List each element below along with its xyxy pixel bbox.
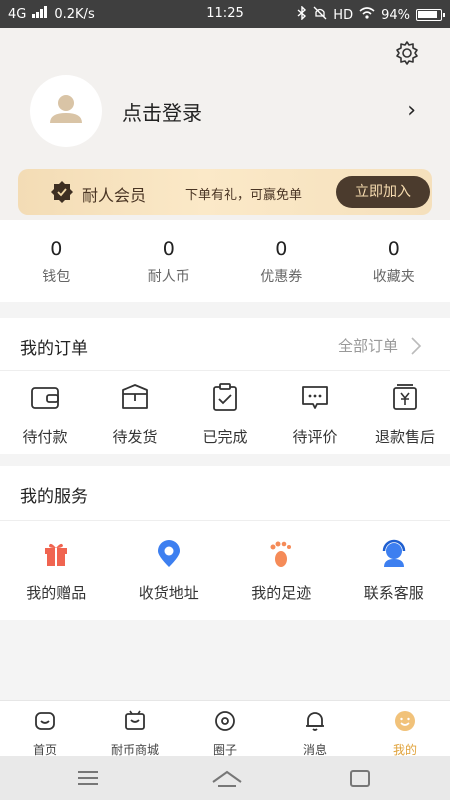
- profile-icon: [395, 711, 415, 731]
- tab-mall[interactable]: 耐币商城: [90, 701, 180, 757]
- order-label: 已完成: [202, 428, 248, 446]
- battery-level: 94%: [381, 7, 410, 23]
- service-label: 我的赠品: [26, 584, 87, 602]
- stat-wallet[interactable]: 0 钱包: [0, 220, 113, 302]
- gift-icon: [45, 543, 68, 566]
- stat-value: 0: [162, 238, 175, 260]
- orders-grid: 待付款 待发货 已完成 待评价 退款售后: [0, 382, 450, 447]
- chevron-right-icon: [411, 336, 422, 355]
- orders-section: 我的订单 全部订单 待付款 待发货 已完成 待评价 退款售后: [0, 318, 450, 454]
- order-pending-review[interactable]: 待评价: [270, 382, 360, 447]
- stat-label: 钱包: [42, 269, 71, 285]
- circle-icon: [215, 711, 235, 731]
- home-icon: [35, 712, 55, 730]
- divider: [0, 520, 450, 521]
- vip-badge-icon: [51, 181, 73, 203]
- location-icon: [157, 540, 180, 567]
- service-label: 联系客服: [363, 584, 424, 602]
- bell-icon: [306, 712, 324, 731]
- services-section: 我的服务 我的赠品 收货地址 我的足迹 联系客服: [0, 466, 450, 620]
- divider: [0, 370, 450, 371]
- clipboard-check-icon: [213, 383, 237, 411]
- recent-apps-icon[interactable]: [346, 764, 374, 792]
- stat-value: 0: [50, 238, 63, 260]
- tab-home[interactable]: 首页: [0, 701, 90, 757]
- service-label: 我的足迹: [251, 584, 312, 602]
- orders-title: 我的订单: [20, 339, 88, 359]
- vip-banner[interactable]: 耐人会员 下单有礼，可赢免单 立即加入: [18, 169, 432, 215]
- vip-promo: 下单有礼，可赢免单: [185, 188, 303, 203]
- services-grid: 我的赠品 收货地址 我的足迹 联系客服: [0, 538, 450, 603]
- order-completed[interactable]: 已完成: [180, 382, 270, 447]
- order-pending-payment[interactable]: 待付款: [0, 382, 90, 447]
- hd-label: HD: [333, 7, 354, 23]
- wifi-icon: [359, 7, 375, 23]
- chevron-right-icon[interactable]: ›: [407, 98, 416, 123]
- bottom-tab-bar: 首页 耐币商城 圈子 消息 我的: [0, 700, 450, 757]
- stat-label: 收藏夹: [372, 269, 415, 285]
- order-refund[interactable]: 退款售后: [360, 382, 450, 447]
- stats-row: 0 钱包 0 耐人币 0 优惠券 0 收藏夹: [0, 220, 450, 302]
- bluetooth-icon: [297, 5, 307, 24]
- order-label: 退款售后: [374, 428, 435, 446]
- support-icon: [382, 539, 405, 567]
- wallet-icon: [31, 387, 59, 409]
- gear-icon[interactable]: [394, 40, 420, 66]
- clock: 11:25: [206, 6, 244, 21]
- system-nav-bar: [0, 756, 450, 800]
- all-orders-label: 全部订单: [337, 337, 398, 355]
- stat-coins[interactable]: 0 耐人币: [113, 220, 226, 302]
- order-pending-shipment[interactable]: 待发货: [90, 382, 180, 447]
- tab-profile[interactable]: 我的: [360, 701, 450, 757]
- stat-label: 优惠券: [260, 269, 303, 285]
- stat-coupons[interactable]: 0 优惠券: [225, 220, 338, 302]
- comment-icon: [302, 386, 328, 409]
- stat-favorites[interactable]: 0 收藏夹: [338, 220, 450, 302]
- stat-label: 耐人币: [147, 269, 190, 285]
- service-footprints[interactable]: 我的足迹: [225, 538, 338, 603]
- avatar[interactable]: [30, 75, 102, 147]
- status-bar: 4G 0.2K/s 11:25 HD 94%: [0, 0, 450, 28]
- vip-name: 耐人会员: [82, 186, 147, 205]
- home-button-icon[interactable]: [210, 764, 244, 792]
- mute-icon: [313, 6, 327, 24]
- stat-value: 0: [275, 238, 288, 260]
- battery-icon: [416, 9, 445, 21]
- tab-messages[interactable]: 消息: [270, 701, 360, 757]
- refund-icon: [393, 384, 417, 410]
- all-orders-link[interactable]: 全部订单: [338, 335, 422, 356]
- order-label: 待发货: [112, 428, 158, 446]
- stat-value: 0: [387, 238, 400, 260]
- footprint-icon: [270, 541, 292, 567]
- join-vip-button[interactable]: 立即加入: [336, 176, 430, 208]
- mall-icon: [125, 710, 145, 730]
- user-avatar-icon: [50, 95, 82, 123]
- menu-icon[interactable]: [74, 764, 102, 792]
- service-gifts[interactable]: 我的赠品: [0, 538, 113, 603]
- login-link[interactable]: 点击登录: [122, 97, 202, 126]
- service-support[interactable]: 联系客服: [338, 538, 450, 603]
- service-label: 收货地址: [138, 584, 199, 602]
- services-title: 我的服务: [20, 487, 88, 507]
- box-icon: [122, 384, 148, 409]
- tab-circle[interactable]: 圈子: [180, 701, 270, 757]
- order-label: 待付款: [22, 428, 68, 446]
- service-address[interactable]: 收货地址: [113, 538, 226, 603]
- order-label: 待评价: [292, 428, 338, 446]
